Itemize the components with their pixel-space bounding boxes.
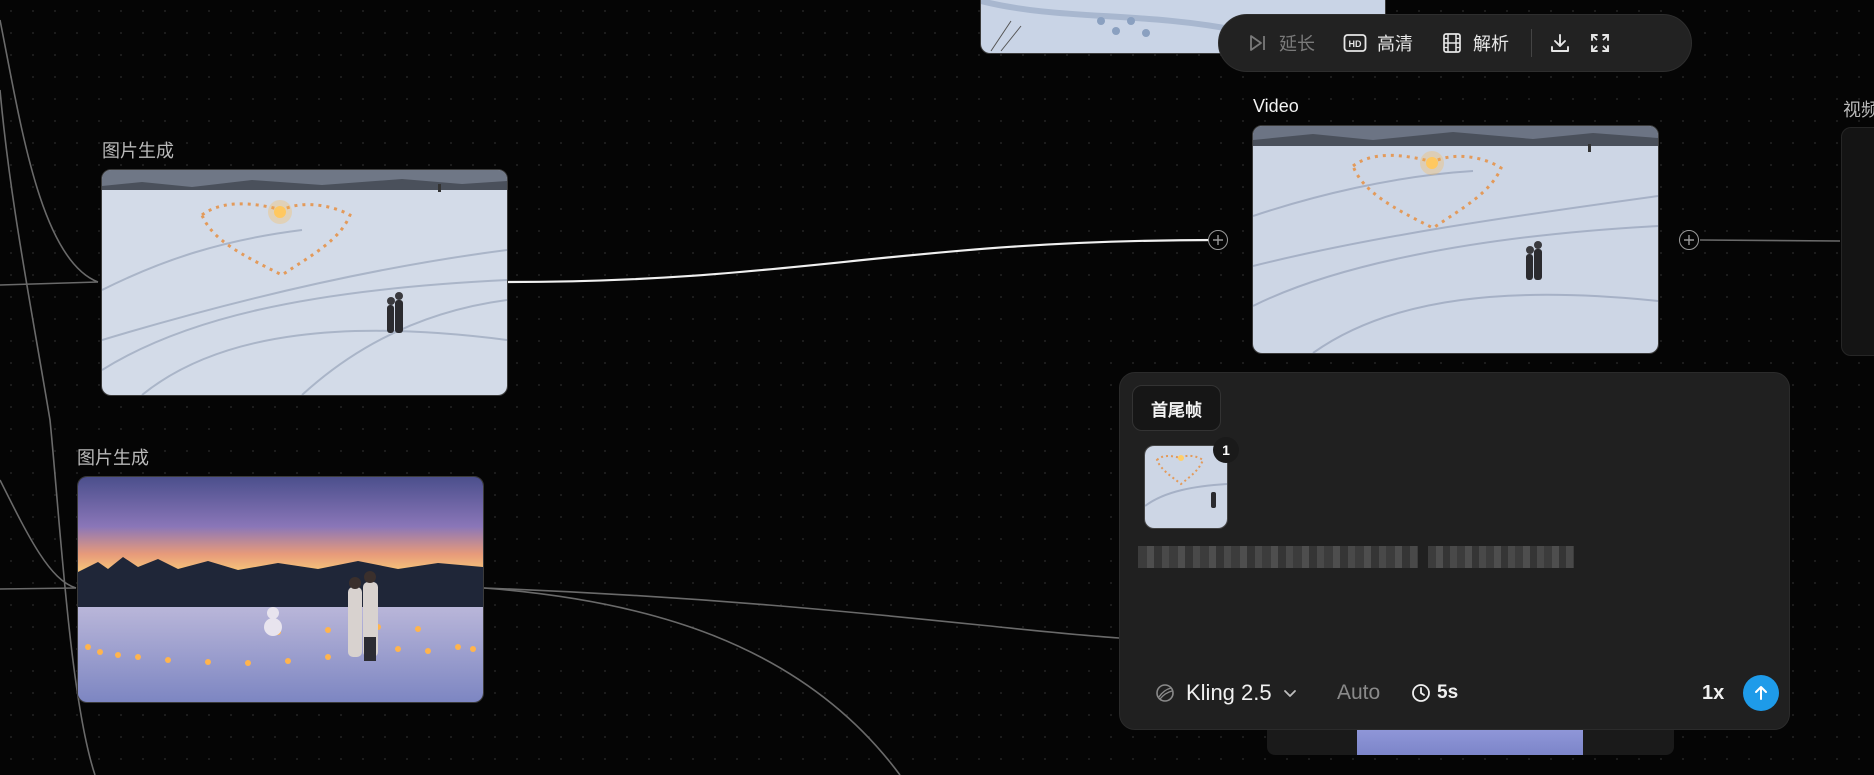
redacted-prompt-text <box>1138 546 1418 568</box>
redacted-prompt-text-2 <box>1428 546 1574 568</box>
snow-heart-image <box>102 170 507 395</box>
model-name: Kling 2.5 <box>1186 680 1272 705</box>
image-node-2-label: 图片生成 <box>77 448 149 468</box>
skip-forward-icon <box>1250 35 1265 51</box>
video-node[interactable] <box>1252 125 1659 354</box>
analyze-button[interactable]: 解析 <box>1427 23 1523 63</box>
video-preview-image <box>1253 126 1658 353</box>
duration-selector[interactable]: 5s <box>1411 673 1458 713</box>
hd-button[interactable]: HD 高清 <box>1329 23 1427 63</box>
download-icon <box>1551 34 1569 52</box>
video-node-label: Video <box>1253 96 1299 116</box>
aspect-selector[interactable]: Auto <box>1337 673 1380 713</box>
image-node-1[interactable] <box>101 169 508 396</box>
video-input-port[interactable] <box>1208 230 1228 250</box>
image-node-2[interactable] <box>77 476 484 703</box>
frame-index-badge: 1 <box>1213 437 1239 463</box>
generation-panel: 首尾帧 1 Kling 2.5 Auto 5s 1x <box>1119 372 1790 730</box>
arrow-up-icon <box>1755 686 1767 700</box>
fullscreen-icon <box>1591 34 1609 52</box>
sunset-couple-image <box>78 477 483 702</box>
right-video-node[interactable] <box>1841 127 1874 356</box>
video-right-node-label: 视频 <box>1843 100 1874 120</box>
hd-label: 高清 <box>1377 34 1413 54</box>
lower-node-image <box>1357 730 1583 755</box>
send-button[interactable] <box>1743 675 1779 711</box>
model-logo-icon <box>1156 684 1174 702</box>
toolbar-divider <box>1531 29 1532 57</box>
frame-image <box>1145 446 1227 528</box>
model-selector[interactable]: Kling 2.5 <box>1154 673 1298 713</box>
svg-text:HD: HD <box>1349 39 1362 49</box>
video-output-port[interactable] <box>1679 230 1699 250</box>
video-toolbar: 延长 HD 高清 解析 <box>1218 14 1692 72</box>
count-selector[interactable]: 1x <box>1702 673 1724 713</box>
analyze-label: 解析 <box>1473 34 1509 54</box>
film-icon <box>1443 33 1461 53</box>
plus-icon <box>1213 235 1223 245</box>
plus-icon <box>1684 235 1694 245</box>
fullscreen-button[interactable] <box>1580 23 1620 63</box>
extend-button[interactable]: 延长 <box>1233 23 1329 63</box>
panel-controls: Kling 2.5 Auto 5s 1x <box>1120 673 1789 713</box>
hd-icon: HD <box>1343 34 1367 52</box>
extend-label: 延长 <box>1279 34 1315 54</box>
image-node-1-label: 图片生成 <box>102 141 174 161</box>
chevron-down-icon <box>1283 690 1296 697</box>
clock-icon <box>1412 684 1430 702</box>
mode-chip[interactable]: 首尾帧 <box>1132 385 1221 431</box>
download-button[interactable] <box>1540 23 1580 63</box>
duration-value: 5s <box>1437 682 1459 703</box>
